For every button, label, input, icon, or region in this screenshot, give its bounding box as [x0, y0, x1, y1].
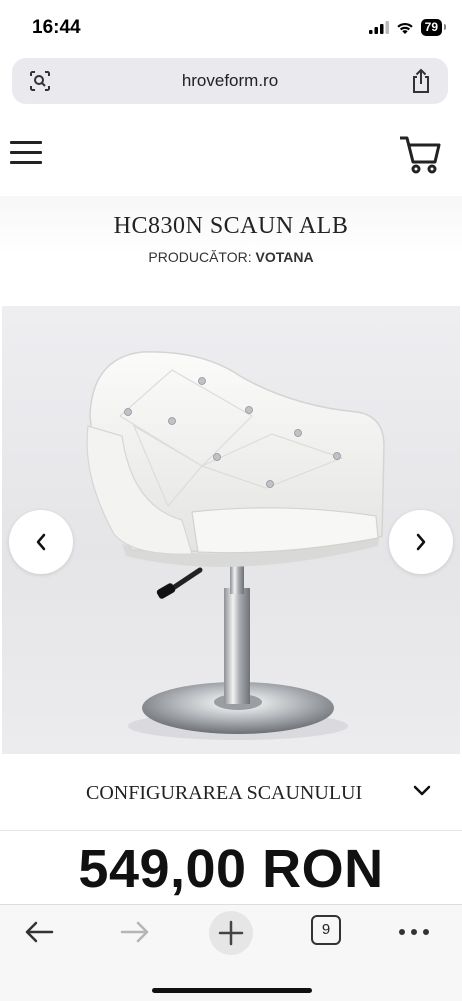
address-bar[interactable]: hroveform.ro	[12, 58, 448, 104]
clock: 16:44	[32, 17, 81, 38]
tab-switcher-button[interactable]: 9	[311, 915, 341, 945]
wifi-icon	[396, 22, 413, 34]
browser-toolbar: 9	[0, 904, 462, 1001]
chevron-left-icon	[36, 533, 46, 551]
gallery-prev-button[interactable]	[9, 510, 73, 574]
status-bar: 16:44 79	[0, 0, 462, 54]
shopping-cart-icon[interactable]	[398, 134, 442, 176]
home-indicator	[152, 988, 312, 993]
status-icons: 79	[368, 19, 447, 36]
forward-arrow-icon[interactable]	[118, 917, 152, 947]
signal-icon	[368, 21, 389, 34]
new-tab-button[interactable]	[209, 911, 253, 955]
plus-icon	[218, 920, 244, 946]
product-title-block: HC830N SCAUN ALB PRODUCĂTOR: VOTANA	[0, 196, 462, 304]
product-price: 549,00 RON	[78, 839, 384, 899]
manufacturer-name[interactable]: VOTANA	[256, 249, 314, 265]
share-icon[interactable]	[410, 68, 432, 94]
url-text[interactable]: hroveform.ro	[12, 71, 448, 91]
product-title: HC830N SCAUN ALB	[113, 213, 349, 239]
back-arrow-icon[interactable]	[22, 917, 56, 947]
hamburger-menu-icon[interactable]	[10, 141, 42, 167]
manufacturer-line: PRODUCĂTOR: VOTANA	[0, 249, 462, 265]
product-image-gallery[interactable]	[2, 306, 460, 754]
site-header	[0, 110, 462, 197]
configuration-label: CONFIGURAREA SCAUNULUI	[86, 782, 363, 804]
battery-icon: 79	[420, 19, 447, 36]
chair-configuration-accordion[interactable]: CONFIGURAREA SCAUNULUI	[0, 760, 462, 831]
manufacturer-label: PRODUCĂTOR:	[148, 249, 252, 265]
more-options-icon[interactable]	[396, 917, 432, 947]
chevron-down-icon	[413, 785, 431, 796]
gallery-next-button[interactable]	[389, 510, 453, 574]
chevron-right-icon	[416, 533, 426, 551]
